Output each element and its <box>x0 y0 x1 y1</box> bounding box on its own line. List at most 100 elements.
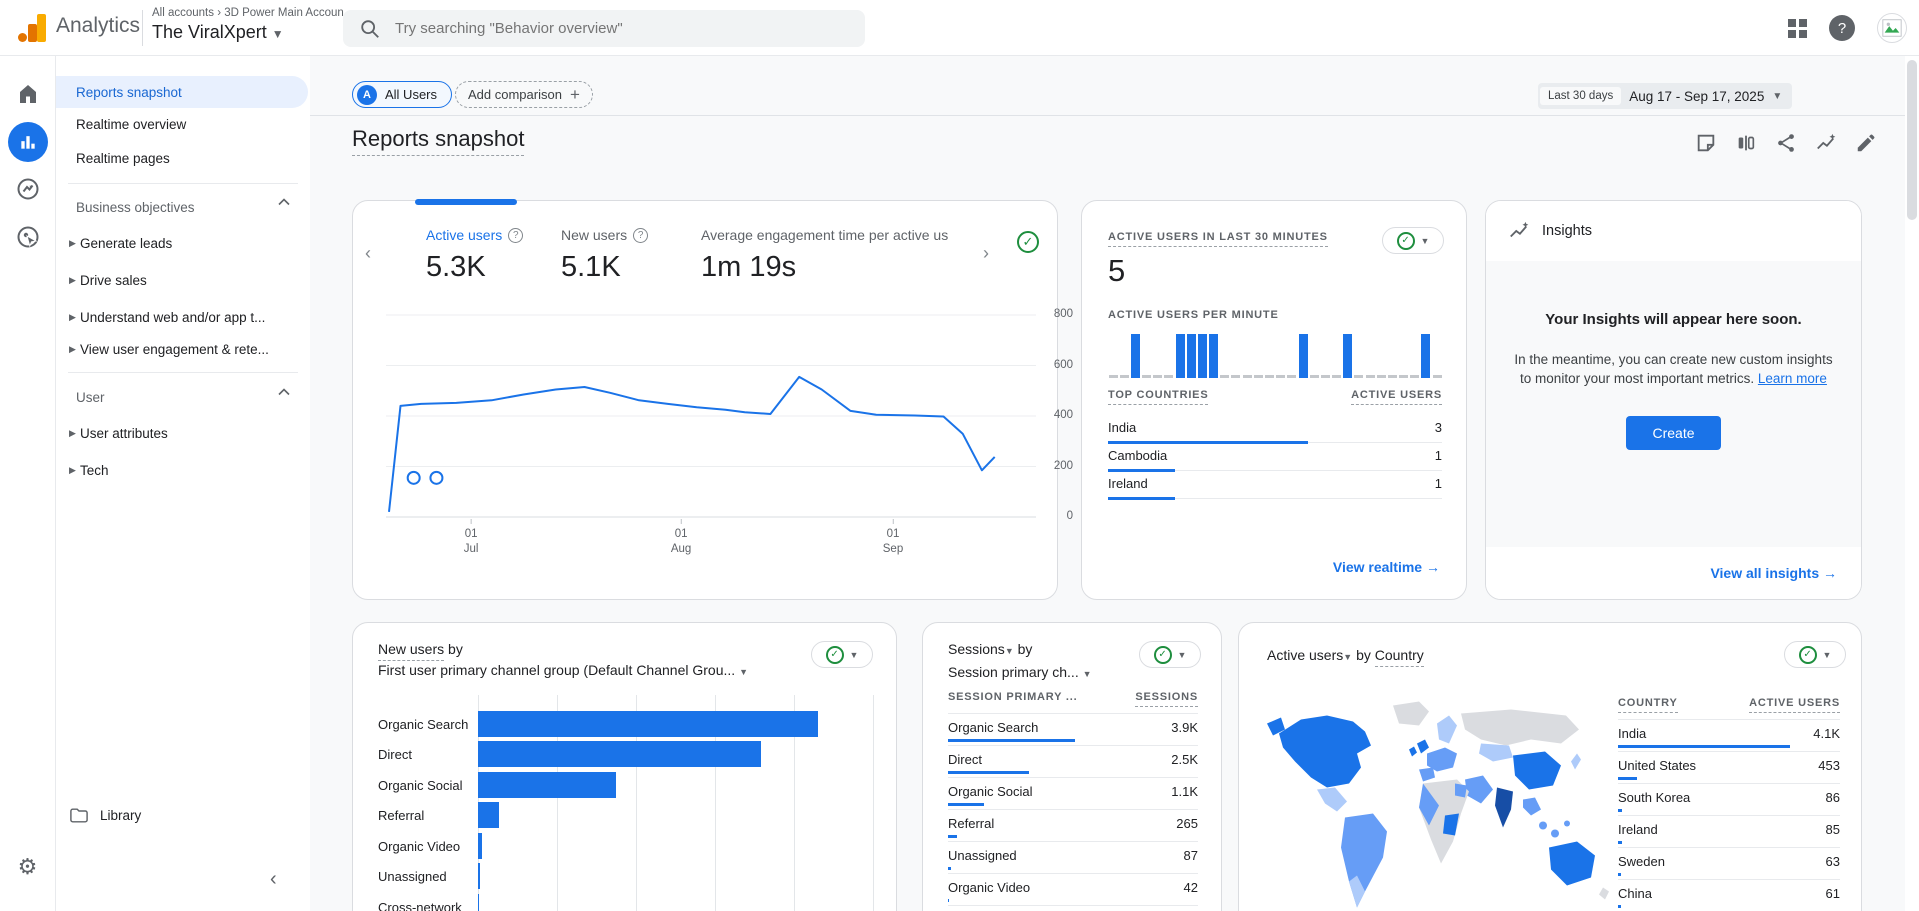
table-row: South Korea 86 <box>1618 784 1840 816</box>
page-title: Reports snapshot <box>352 126 525 156</box>
scrollbar-thumb[interactable] <box>1907 60 1917 220</box>
country-value: 1 <box>1434 476 1442 491</box>
row-value: 1.1K <box>1171 784 1198 799</box>
dimension-selector[interactable]: Session primary ch... <box>948 664 1079 680</box>
metric-tab-active-users[interactable]: Active users ? 5.3K <box>426 227 524 284</box>
app-header: Analytics All accounts › 3D Power Main A… <box>0 0 1919 56</box>
sidebar-item-realtime-overview[interactable]: Realtime overview <box>56 108 308 140</box>
row-value: 265 <box>1176 816 1198 831</box>
y-tick-label: 400 <box>1053 409 1073 421</box>
bar-organic-social <box>478 772 617 798</box>
minute-empty-slot <box>1242 331 1252 378</box>
dimension-selector[interactable]: First user primary channel group (Defaul… <box>378 662 735 678</box>
row-bar <box>948 835 957 838</box>
sidebar-item-realtime-pages[interactable]: Realtime pages <box>56 142 308 174</box>
check-circle-icon: ✓ <box>825 645 844 664</box>
carousel-prev-icon[interactable]: ‹ <box>365 243 371 264</box>
table-row: Organic Video 42 <box>948 874 1198 906</box>
data-quality-dropdown[interactable]: ✓ ▼ <box>1139 641 1201 668</box>
analytics-logo-icon[interactable] <box>18 14 48 42</box>
new-users-by-channel-card: New users by First user primary channel … <box>352 622 897 911</box>
row-label: India <box>1618 726 1647 741</box>
sidebar-item-view-user-engagement[interactable]: ▶ View user engagement & rete... <box>56 334 308 364</box>
bar-cross-network <box>478 894 479 911</box>
row-value: 87 <box>1183 848 1198 863</box>
insights-headline: Your Insights will appear here soon. <box>1545 311 1802 328</box>
data-quality-check-icon[interactable]: ✓ <box>1017 231 1039 253</box>
apps-grid-icon[interactable] <box>1788 18 1807 38</box>
breadcrumb[interactable]: All accounts › 3D Power Main Accoun... <box>152 7 353 19</box>
realtime-title: ACTIVE USERS IN LAST 30 MINUTES <box>1108 231 1328 247</box>
dimension-name[interactable]: Country <box>1374 647 1424 667</box>
metric-selector[interactable]: Active users <box>1267 647 1343 663</box>
home-icon[interactable] <box>16 82 40 106</box>
carousel-next-icon[interactable]: › <box>983 243 989 264</box>
all-users-chip[interactable]: A All Users <box>352 81 453 108</box>
sidebar-item-reports-snapshot[interactable]: Reports snapshot <box>56 76 308 108</box>
by-label: by <box>1356 647 1371 663</box>
section-business-objectives[interactable]: Business objectives <box>76 200 195 215</box>
advertising-icon[interactable] <box>15 224 41 250</box>
metric-tab-avg-engagement[interactable]: Average engagement time per active us 1m… <box>701 227 957 284</box>
bar-label: Organic Video <box>378 839 461 854</box>
help-tooltip-icon[interactable]: ? <box>508 227 524 243</box>
search-bar[interactable] <box>343 10 865 47</box>
realtime-country-table: India 3 Cambodia 1 Ireland 1 <box>1108 415 1442 500</box>
overview-metrics-card: ‹ › Active users ? 5.3K New users ? 5.1K… <box>352 199 1073 600</box>
sidebar-item-user-attributes[interactable]: ▶ User attributes <box>56 418 308 448</box>
scrollbar-track[interactable] <box>1905 56 1919 911</box>
sidebar-item-understand-web-app[interactable]: ▶ Understand web and/or app t... <box>56 302 308 332</box>
sidebar-item-label: User attributes <box>80 425 168 441</box>
country-name: India <box>1108 420 1137 435</box>
search-input[interactable] <box>395 20 815 37</box>
table-row: Direct 2.5K <box>948 746 1198 778</box>
data-quality-dropdown[interactable]: ✓ ▼ <box>811 641 873 668</box>
add-comparison-chip[interactable]: Add comparison + <box>455 81 593 108</box>
data-quality-dropdown[interactable]: ✓ ▼ <box>1382 227 1444 254</box>
section-user[interactable]: User <box>76 390 105 405</box>
sidebar-item-tech[interactable]: ▶ Tech <box>56 455 308 485</box>
y-axis-labels: 800 600 400 200 0 <box>1043 301 1073 523</box>
explore-icon[interactable] <box>15 176 41 202</box>
avatar[interactable] <box>1877 13 1907 43</box>
sidebar-item-drive-sales[interactable]: ▶ Drive sales <box>56 265 308 295</box>
row-value: 453 <box>1818 758 1840 773</box>
collapse-sidebar-icon[interactable]: ‹ <box>270 868 277 891</box>
add-note-icon[interactable] <box>1695 132 1717 154</box>
minute-empty-slot <box>1287 331 1297 378</box>
settings-gear-icon[interactable]: ⚙ <box>18 854 38 880</box>
help-tooltip-icon[interactable]: ? <box>633 227 649 243</box>
chevron-up-icon[interactable] <box>278 198 290 206</box>
learn-more-link[interactable]: Learn more <box>1758 371 1827 386</box>
sidebar-item-library[interactable]: Library <box>70 808 141 823</box>
create-insight-button[interactable]: Create <box>1626 416 1721 450</box>
segment-a-badge: A <box>357 84 377 105</box>
minute-empty-slot <box>1354 331 1364 378</box>
view-realtime-link[interactable]: View realtime → <box>1333 559 1440 575</box>
sidebar-item-generate-leads[interactable]: ▶ Generate leads <box>56 228 308 258</box>
reports-icon[interactable] <box>7 122 48 162</box>
sidebar-item-label: Generate leads <box>80 235 173 251</box>
caret-down-icon: ▼ <box>1343 652 1353 662</box>
metric-selector[interactable]: Sessions <box>948 641 1005 657</box>
chevron-up-icon[interactable] <box>278 388 290 396</box>
comparison-ab-icon[interactable] <box>1735 132 1757 154</box>
expand-arrow-icon: ▶ <box>69 237 76 248</box>
active-users-by-country-card: Active users▼ by Country ✓ ▼ COUNTRY ACT… <box>1238 622 1862 911</box>
view-all-insights-link[interactable]: View all insights → <box>1710 565 1837 581</box>
expand-arrow-icon: ▶ <box>69 311 76 322</box>
row-bar <box>948 867 951 870</box>
minute-bar <box>1209 331 1219 378</box>
property-selector[interactable]: The ViralXpert ▼ <box>152 22 284 43</box>
data-quality-dropdown[interactable]: ✓ ▼ <box>1784 641 1846 668</box>
share-icon[interactable] <box>1775 132 1797 154</box>
row-bar <box>1618 873 1621 876</box>
caret-down-icon: ▼ <box>1082 669 1092 679</box>
insights-sparkle-icon[interactable] <box>1815 132 1837 154</box>
metric-name[interactable]: New users <box>378 641 445 661</box>
metric-tab-new-users[interactable]: New users ? 5.1K <box>561 227 649 284</box>
help-icon[interactable]: ? <box>1829 15 1855 41</box>
edit-pencil-icon[interactable] <box>1855 132 1877 154</box>
y-tick-label: 800 <box>1053 308 1073 320</box>
date-range-selector[interactable]: Last 30 days Aug 17 - Sep 17, 2025 ▼ <box>1538 83 1793 109</box>
